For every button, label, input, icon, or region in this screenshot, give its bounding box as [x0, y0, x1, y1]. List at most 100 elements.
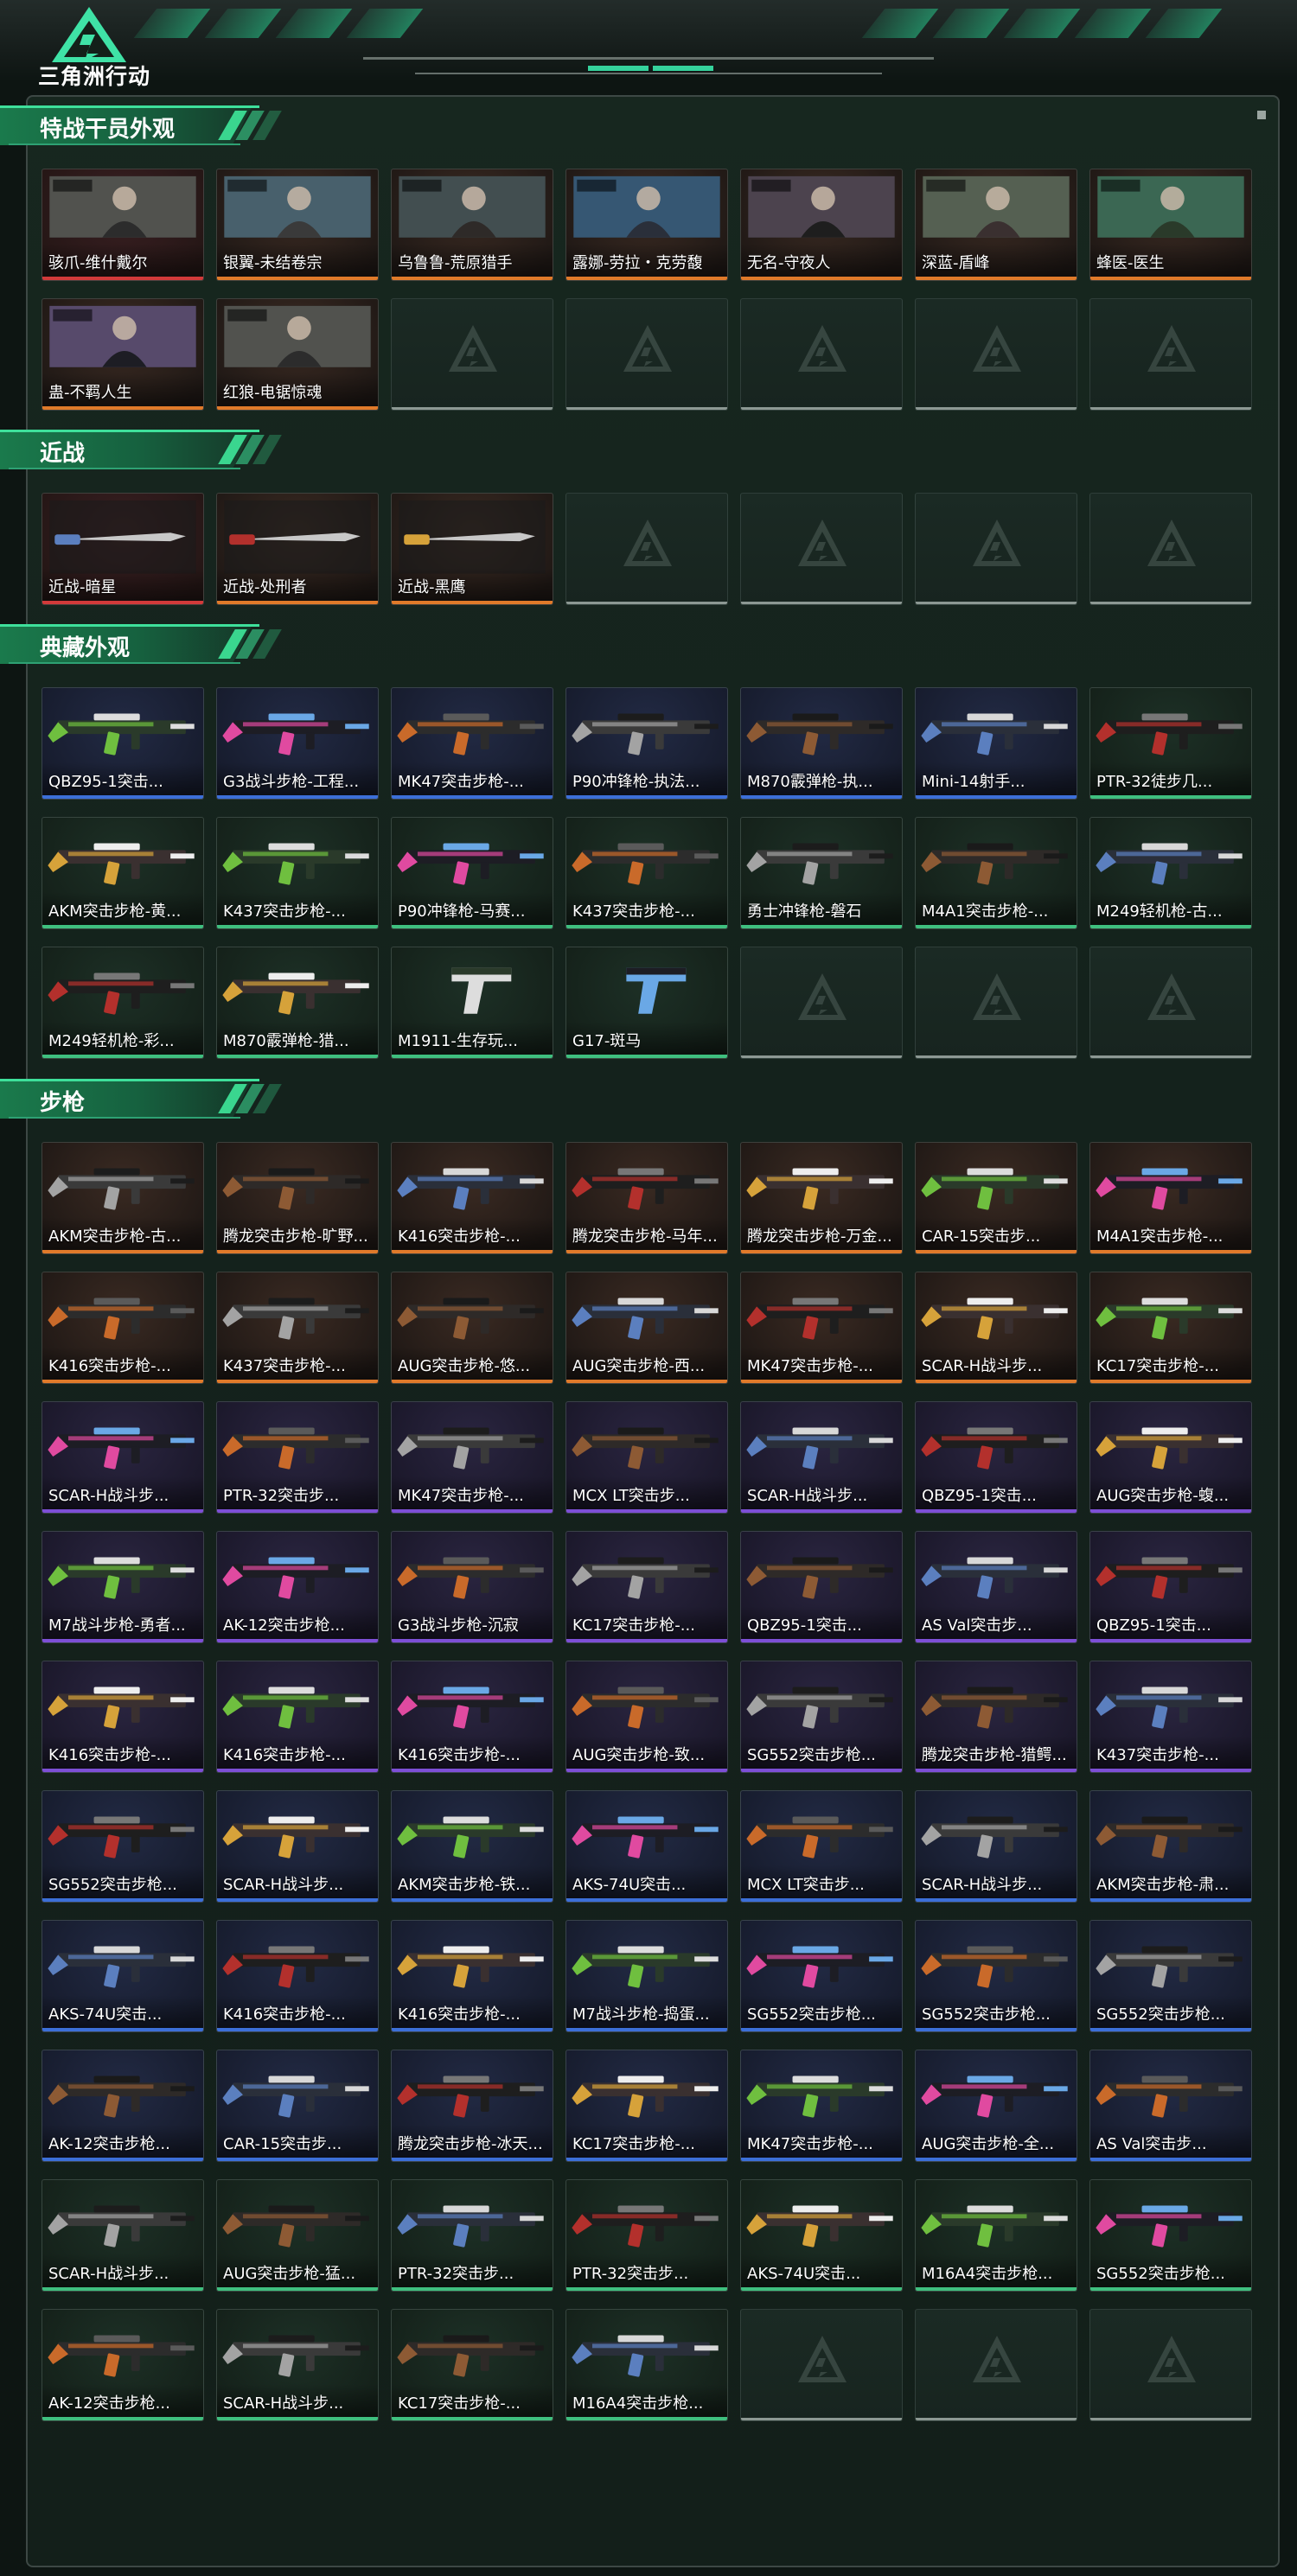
skin-card[interactable]: M7战斗步枪-勇者...	[42, 1531, 204, 1643]
skin-card[interactable]: AKS-74U突击...	[740, 2179, 903, 2292]
skin-card[interactable]: PTR-32突击步...	[391, 2179, 553, 2292]
skin-card[interactable]: MK47突击步枪-...	[740, 2050, 903, 2162]
skin-card[interactable]: M4A1突击步枪-...	[1089, 1142, 1252, 1254]
skin-card[interactable]: KC17突击步枪-...	[391, 2309, 553, 2421]
skin-card[interactable]: 乌鲁鲁-荒原猎手	[391, 169, 553, 281]
skin-card[interactable]: PTR-32突击步...	[216, 1401, 379, 1514]
skin-card[interactable]: K437突击步枪-...	[216, 817, 379, 929]
skin-card[interactable]: AKS-74U突击...	[42, 1920, 204, 2032]
skin-card[interactable]: 蛊-不羁人生	[42, 298, 204, 411]
skin-card[interactable]: AUG突击步枪-猛...	[216, 2179, 379, 2292]
skin-card[interactable]: AUG突击步枪-致...	[565, 1661, 728, 1773]
skin-card[interactable]: 深蓝-盾峰	[915, 169, 1077, 281]
skin-card[interactable]: AUG突击步枪-西...	[565, 1272, 728, 1384]
skin-card[interactable]: K437突击步枪-...	[565, 817, 728, 929]
skin-card[interactable]: MK47突击步枪-...	[391, 1401, 553, 1514]
skin-card[interactable]: AKM突击步枪-肃...	[1089, 1790, 1252, 1903]
skin-card[interactable]: 骇爪-维什戴尔	[42, 169, 204, 281]
skin-card[interactable]: AS Val突击步...	[915, 1531, 1077, 1643]
skin-card[interactable]: SCAR-H战斗步...	[740, 1401, 903, 1514]
skin-card[interactable]: K416突击步枪-...	[391, 1661, 553, 1773]
skin-card[interactable]: M249轻机枪-彩...	[42, 947, 204, 1059]
skin-card[interactable]: AUG突击步枪-蝮...	[1089, 1401, 1252, 1514]
skin-card[interactable]: K416突击步枪-...	[391, 1142, 553, 1254]
skin-card[interactable]: SCAR-H战斗步...	[42, 2179, 204, 2292]
skin-card[interactable]: G3战斗步枪-工程...	[216, 687, 379, 800]
skin-card[interactable]: AKS-74U突击...	[565, 1790, 728, 1903]
skin-card[interactable]: SCAR-H战斗步...	[915, 1272, 1077, 1384]
skin-card[interactable]: AKM突击步枪-黄...	[42, 817, 204, 929]
skin-card[interactable]: PTR-32徒步几...	[1089, 687, 1252, 800]
skin-card[interactable]: M16A4突击步枪...	[915, 2179, 1077, 2292]
skin-card[interactable]: P90冲锋枪-马赛...	[391, 817, 553, 929]
skin-card[interactable]: 露娜-劳拉・克劳馥	[565, 169, 728, 281]
skin-card[interactable]: CAR-15突击步...	[216, 2050, 379, 2162]
skin-card[interactable]: K416突击步枪-...	[216, 1661, 379, 1773]
skin-card[interactable]: 勇士冲锋枪-磐石	[740, 817, 903, 929]
skin-card[interactable]: MK47突击步枪-...	[391, 687, 553, 800]
rarity-bar	[1090, 2028, 1251, 2031]
skin-card[interactable]: MCX LT突击步...	[740, 1790, 903, 1903]
skin-card[interactable]: CAR-15突击步...	[915, 1142, 1077, 1254]
skin-card[interactable]: SG552突击步枪...	[740, 1661, 903, 1773]
skin-card[interactable]: SCAR-H战斗步...	[42, 1401, 204, 1514]
skin-card[interactable]: 腾龙突击步枪-马年...	[565, 1142, 728, 1254]
skin-card[interactable]: QBZ95-1突击...	[915, 1401, 1077, 1514]
skin-card[interactable]: M1911-生存玩...	[391, 947, 553, 1059]
skin-card[interactable]: KC17突击步枪-...	[565, 1531, 728, 1643]
skin-card[interactable]: SCAR-H战斗步...	[915, 1790, 1077, 1903]
skin-card[interactable]: AKM突击步枪-古...	[42, 1142, 204, 1254]
skin-card[interactable]: 近战-黑鹰	[391, 493, 553, 605]
skin-card[interactable]: 腾龙突击步枪-万金...	[740, 1142, 903, 1254]
skin-card[interactable]: PTR-32突击步...	[565, 2179, 728, 2292]
skin-card[interactable]: 红狼-电锯惊魂	[216, 298, 379, 411]
skin-card[interactable]: KC17突击步枪-...	[565, 2050, 728, 2162]
skin-card[interactable]: SCAR-H战斗步...	[216, 1790, 379, 1903]
skin-card[interactable]: P90冲锋枪-执法...	[565, 687, 728, 800]
skin-card[interactable]: Mini-14射手...	[915, 687, 1077, 800]
skin-card[interactable]: G3战斗步枪-沉寂	[391, 1531, 553, 1643]
skin-card[interactable]: AK-12突击步枪...	[42, 2309, 204, 2421]
skin-card[interactable]: K416突击步枪-...	[42, 1661, 204, 1773]
skin-card[interactable]: K416突击步枪-...	[42, 1272, 204, 1384]
skin-card[interactable]: MK47突击步枪-...	[740, 1272, 903, 1384]
skin-card[interactable]: MCX LT突击步...	[565, 1401, 728, 1514]
skin-card[interactable]: QBZ95-1突击...	[1089, 1531, 1252, 1643]
skin-card[interactable]: M7战斗步枪-捣蛋...	[565, 1920, 728, 2032]
skin-card[interactable]: M4A1突击步枪-...	[915, 817, 1077, 929]
skin-card[interactable]: QBZ95-1突击...	[740, 1531, 903, 1643]
skin-card[interactable]: 无名-守夜人	[740, 169, 903, 281]
skin-card[interactable]: M870霰弹枪-猎...	[216, 947, 379, 1059]
skin-card[interactable]: M16A4突击步枪...	[565, 2309, 728, 2421]
skin-card[interactable]: SG552突击步枪...	[1089, 1920, 1252, 2032]
skin-card[interactable]: K437突击步枪-...	[216, 1272, 379, 1384]
skin-card[interactable]: AUG突击步枪-悠...	[391, 1272, 553, 1384]
skin-card[interactable]: 腾龙突击步枪-猎鳄...	[915, 1661, 1077, 1773]
skin-card[interactable]: QBZ95-1突击...	[42, 687, 204, 800]
skin-card[interactable]: M249轻机枪-古...	[1089, 817, 1252, 929]
skin-card[interactable]: AK-12突击步枪...	[42, 2050, 204, 2162]
skin-card[interactable]: 银翼-未结卷宗	[216, 169, 379, 281]
skin-card[interactable]: SG552突击步枪...	[740, 1920, 903, 2032]
skin-card[interactable]: SCAR-H战斗步...	[216, 2309, 379, 2421]
skin-card[interactable]: SG552突击步枪...	[915, 1920, 1077, 2032]
skin-card[interactable]: KC17突击步枪-...	[1089, 1272, 1252, 1384]
skin-card[interactable]: K437突击步枪-...	[1089, 1661, 1252, 1773]
skin-card[interactable]: 近战-暗星	[42, 493, 204, 605]
skin-card[interactable]: G17-斑马	[565, 947, 728, 1059]
skin-card[interactable]: AS Val突击步...	[1089, 2050, 1252, 2162]
skin-card[interactable]: 蜂医-医生	[1089, 169, 1252, 281]
skin-card[interactable]: SG552突击步枪...	[1089, 2179, 1252, 2292]
skin-card[interactable]: 近战-处刑者	[216, 493, 379, 605]
skin-card[interactable]: 腾龙突击步枪-冰天...	[391, 2050, 553, 2162]
skin-card[interactable]: 腾龙突击步枪-旷野...	[216, 1142, 379, 1254]
rarity-bar	[392, 2287, 553, 2291]
skin-card[interactable]: K416突击步枪-...	[391, 1920, 553, 2032]
skin-card[interactable]: SG552突击步枪...	[42, 1790, 204, 1903]
skin-card[interactable]: AKM突击步枪-铁...	[391, 1790, 553, 1903]
skin-card[interactable]: AK-12突击步枪...	[216, 1531, 379, 1643]
skin-card[interactable]: K416突击步枪-...	[216, 1920, 379, 2032]
skin-card[interactable]: AUG突击步枪-全...	[915, 2050, 1077, 2162]
rarity-bar	[1090, 1898, 1251, 1902]
skin-card[interactable]: M870霰弹枪-执...	[740, 687, 903, 800]
